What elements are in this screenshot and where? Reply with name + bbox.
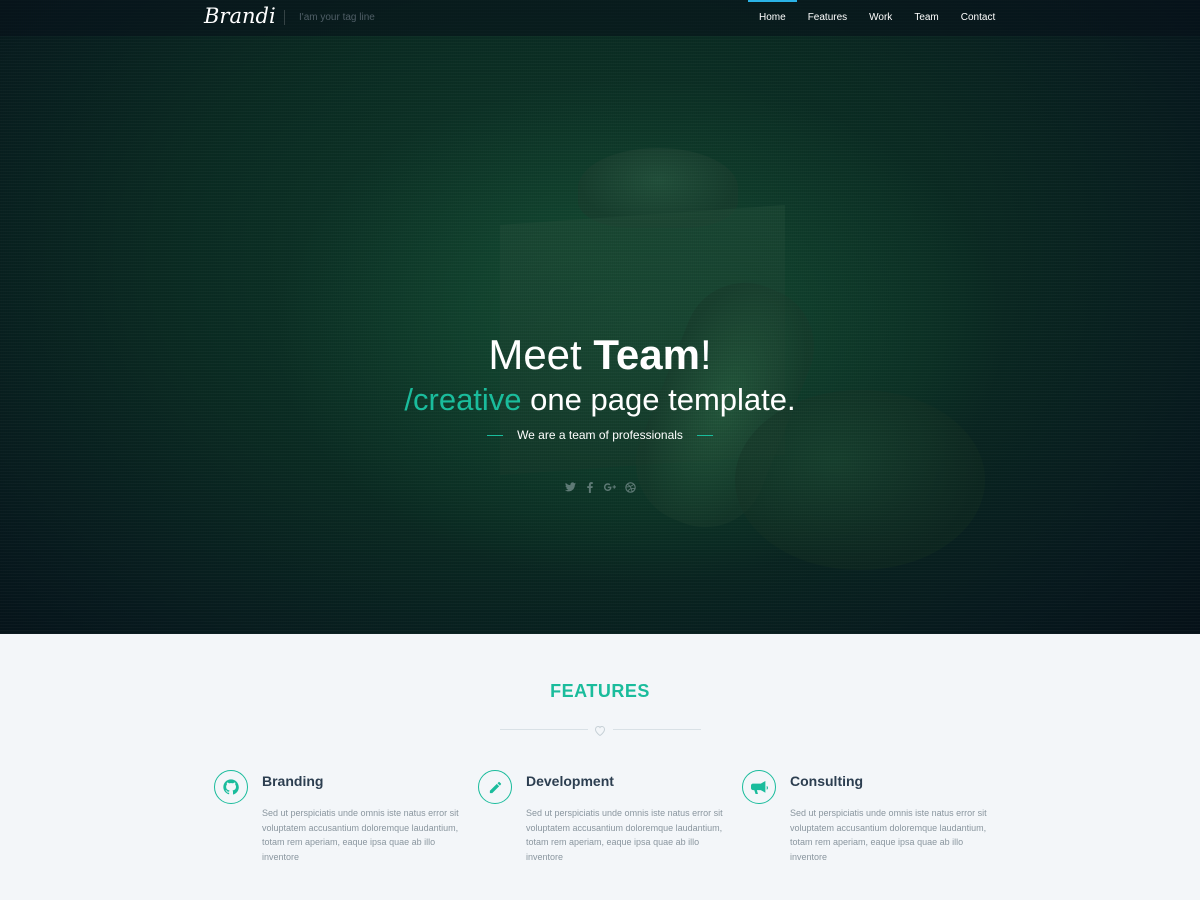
dribbble-icon[interactable] <box>624 482 636 496</box>
hero-title: Meet Team! <box>0 330 1200 380</box>
hero-title-end: ! <box>699 331 712 378</box>
pencil-icon <box>478 770 512 804</box>
social-links <box>0 482 1200 496</box>
nav-link-features[interactable]: Features <box>797 0 858 36</box>
feature-consulting: Consulting Sed ut perspiciatis unde omni… <box>742 770 992 870</box>
google-plus-icon[interactable] <box>604 482 616 496</box>
hero-subtitle: /creative one page template. <box>0 381 1200 419</box>
heart-icon <box>594 723 606 737</box>
hero-subtitle-rest: one page template. <box>521 382 796 417</box>
hero-tagline: We are a team of professionals <box>0 428 1200 442</box>
nav-link-team[interactable]: Team <box>903 0 949 36</box>
navbar: Brandi I'am your tag line Home Features … <box>0 0 1200 36</box>
tagline-dash-right <box>696 434 713 436</box>
megaphone-icon <box>742 770 776 804</box>
feature-branding: Branding Sed ut perspiciatis unde omnis … <box>214 770 464 870</box>
tagline-dash-left <box>487 434 504 436</box>
hero-tagline-text: We are a team of professionals <box>517 428 683 442</box>
feature-description: Sed ut perspiciatis unde omnis iste natu… <box>526 808 723 862</box>
nav-link-contact[interactable]: Contact <box>950 0 1006 36</box>
nav-link-home[interactable]: Home <box>748 0 797 36</box>
nav-link-work[interactable]: Work <box>858 0 903 36</box>
brand-logo[interactable]: Brandi <box>204 4 276 28</box>
features-title: FEATURES <box>550 681 650 701</box>
hero-section: Meet Team! /creative one page template. … <box>0 0 1200 634</box>
github-icon <box>214 770 248 804</box>
feature-title: Development <box>526 773 614 789</box>
feature-title: Consulting <box>790 773 864 789</box>
twitter-icon[interactable] <box>564 482 576 496</box>
hero-title-bold: Team <box>593 331 700 378</box>
hero-subtitle-accent: /creative <box>404 382 522 417</box>
feature-development: Development Sed ut perspiciatis unde omn… <box>478 770 728 870</box>
features-divider-left <box>500 729 588 730</box>
hero-title-regular: Meet <box>488 331 594 378</box>
hero-noise-overlay <box>0 0 1200 634</box>
nav-menu: Home Features Work Team Contact <box>748 0 1006 36</box>
feature-title: Branding <box>262 773 324 789</box>
feature-description: Sed ut perspiciatis unde omnis iste natu… <box>262 808 459 862</box>
brand-tagline: I'am your tag line <box>299 12 375 23</box>
features-divider-right <box>613 729 701 730</box>
feature-description: Sed ut perspiciatis unde omnis iste natu… <box>790 808 987 862</box>
logo-divider <box>284 10 285 25</box>
facebook-icon[interactable] <box>584 482 596 496</box>
